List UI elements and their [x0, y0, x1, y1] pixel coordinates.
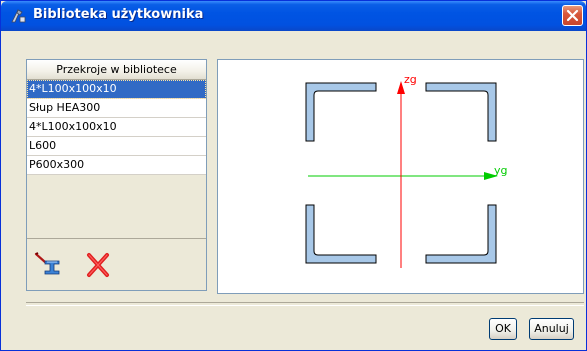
angle-section-top-left	[305, 82, 377, 142]
add-section-icon	[33, 252, 63, 281]
cancel-button[interactable]: Anuluj	[529, 318, 574, 340]
toolbar-divider	[27, 238, 206, 239]
dialog-window: Biblioteka użytkownika Przekroje w bibli…	[0, 0, 587, 351]
ok-button[interactable]: OK	[489, 318, 517, 340]
app-icon	[9, 8, 27, 24]
angle-section-bottom-left	[305, 204, 377, 264]
list-item[interactable]: 4*L100x100x10	[27, 80, 206, 99]
z-axis-label: zg	[404, 73, 417, 86]
list-item[interactable]: 4*L100x100x10	[27, 118, 206, 137]
bottom-divider	[26, 302, 584, 306]
add-section-button[interactable]	[33, 248, 63, 278]
close-button[interactable]	[562, 5, 583, 26]
list-item[interactable]: L600	[27, 137, 206, 156]
y-axis-label: yg	[494, 164, 508, 177]
library-panel: Przekroje w bibliotece 4*L100x100x10 Słu…	[26, 59, 207, 291]
library-list-header[interactable]: Przekroje w bibliotece	[27, 60, 206, 80]
section-preview: zg yg	[217, 59, 584, 294]
angle-section-top-right	[425, 82, 497, 142]
delete-icon	[83, 253, 113, 283]
y-axis	[308, 172, 498, 180]
list-item[interactable]: Słup HEA300	[27, 99, 206, 118]
window-title: Biblioteka użytkownika	[33, 7, 204, 22]
section-drawing: zg yg	[305, 73, 508, 268]
delete-button[interactable]	[83, 250, 113, 280]
z-axis	[397, 81, 405, 268]
list-item[interactable]: P600x300	[27, 156, 206, 175]
library-list[interactable]: 4*L100x100x10 Słup HEA300 4*L100x100x10 …	[27, 80, 206, 238]
title-bar[interactable]: Biblioteka użytkownika	[1, 1, 586, 31]
angle-section-bottom-right	[425, 204, 497, 264]
